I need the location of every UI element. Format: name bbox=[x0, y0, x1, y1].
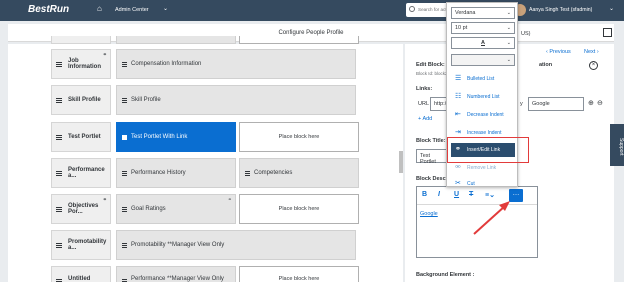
text-color-icon: A bbox=[481, 40, 485, 46]
edit-block-label: Edit Block: L bbox=[416, 62, 450, 68]
highlight-color-select[interactable]: ⌄ bbox=[451, 54, 515, 66]
row-label-objectives[interactable]: Objectives Por... ⚭ bbox=[51, 194, 111, 224]
block-skill-profile[interactable]: Skill Profile bbox=[116, 85, 356, 115]
block-goal-ratings[interactable]: Goal Ratings ⚭ bbox=[116, 194, 236, 224]
row-label-performance[interactable]: Performance a... bbox=[51, 158, 111, 188]
admin-center-menu[interactable]: Admin Center bbox=[115, 7, 149, 13]
search-icon bbox=[409, 6, 415, 12]
link-icon: ⚭ bbox=[102, 52, 107, 58]
font-color-select[interactable]: A ⌄ bbox=[451, 37, 515, 49]
link-text-field[interactable]: Google bbox=[528, 97, 584, 111]
block-title-field[interactable]: Test Portlet bbox=[416, 149, 448, 165]
search-placeholder: Search for acti bbox=[418, 7, 448, 12]
block-description-label: Block Descri bbox=[416, 176, 450, 182]
link-icon: ⚭ bbox=[227, 197, 232, 203]
block-performance-manager-view[interactable]: Performance **Manager View Only bbox=[116, 266, 236, 282]
block-test-portlet-with-link[interactable]: Test Portlet With Link bbox=[116, 122, 236, 152]
font-family-select[interactable]: Verdana ⌄ bbox=[451, 7, 515, 19]
support-tab[interactable]: Support bbox=[610, 124, 624, 166]
drag-handle-icon[interactable] bbox=[56, 243, 62, 248]
drag-handle-icon[interactable] bbox=[122, 135, 127, 140]
link-icon: ⚭ bbox=[102, 197, 107, 203]
block-top-partial[interactable] bbox=[116, 36, 236, 44]
home-icon[interactable]: ⌂ bbox=[97, 5, 105, 13]
row-label-promotability[interactable]: Promotability a... bbox=[51, 230, 111, 260]
close-icon[interactable]: × bbox=[589, 61, 598, 70]
chevron-down-icon: ⌄ bbox=[506, 57, 511, 63]
chevron-down-icon[interactable]: ⌄ bbox=[163, 5, 168, 12]
bold-button[interactable]: B bbox=[422, 191, 427, 198]
cut-icon: ✂ bbox=[455, 180, 461, 187]
row-label-untitled[interactable]: Untitled bbox=[51, 266, 111, 282]
drag-handle-icon[interactable] bbox=[56, 171, 62, 176]
drag-handle-icon[interactable] bbox=[245, 171, 250, 176]
font-size-select[interactable]: 10 pt ⌄ bbox=[451, 22, 515, 34]
description-label-suffix: ation bbox=[539, 62, 553, 68]
block-title-label: Block Title: bbox=[416, 138, 446, 144]
toolbar-divider bbox=[417, 204, 537, 205]
next-link[interactable]: Next › bbox=[584, 49, 599, 55]
bulleted-list-icon: ☰ bbox=[455, 75, 462, 82]
increase-indent-icon: ⇥ bbox=[455, 129, 461, 136]
drag-handle-icon[interactable] bbox=[56, 98, 62, 103]
row-label-test-portlet[interactable]: Test Portlet bbox=[51, 122, 111, 152]
previous-link[interactable]: ‹ Previous bbox=[546, 49, 571, 55]
background-element-label: Background Element : bbox=[416, 272, 475, 278]
bulleted-list-item[interactable]: ☰ Bulleted List bbox=[451, 72, 515, 86]
underline-button[interactable]: U bbox=[454, 191, 459, 198]
numbered-list-item[interactable]: ☷ Numbered List bbox=[451, 90, 515, 104]
drag-handle-icon[interactable] bbox=[56, 135, 62, 140]
chevron-down-icon: ⌄ bbox=[506, 25, 511, 31]
placeholder-top-partial[interactable] bbox=[239, 36, 359, 44]
cut-item[interactable]: ✂ Cut bbox=[451, 177, 515, 191]
place-block-here[interactable]: Place block here bbox=[239, 266, 359, 282]
company-logo[interactable]: BestRun bbox=[28, 4, 69, 15]
shell-bar: BestRun ⌂ Admin Center ⌄ Search for acti… bbox=[0, 0, 624, 21]
highlight-box bbox=[447, 137, 529, 163]
drag-handle-icon[interactable] bbox=[56, 62, 62, 67]
link-text-label: y bbox=[520, 101, 523, 107]
decrease-indent-item[interactable]: ⇤ Decrease Indent bbox=[451, 108, 515, 122]
chevron-down-icon[interactable]: ⌄ bbox=[609, 5, 614, 12]
unlink-icon: ⚮ bbox=[455, 164, 461, 171]
block-compensation-information[interactable]: Compensation Information bbox=[116, 49, 356, 79]
italic-button[interactable]: I bbox=[438, 191, 440, 198]
drag-handle-icon[interactable] bbox=[122, 98, 127, 103]
drag-handle-icon[interactable] bbox=[56, 207, 62, 212]
fullscreen-icon[interactable] bbox=[603, 28, 612, 37]
align-menu-button[interactable]: ≡⌄ bbox=[485, 191, 495, 199]
row-label-skill-profile[interactable]: Skill Profile bbox=[51, 85, 111, 115]
block-promotability[interactable]: Promotability **Manager View Only bbox=[116, 230, 356, 260]
add-link-button[interactable]: + Add bbox=[418, 116, 432, 122]
user-name[interactable]: Aanya Singh Test (sfadmin) bbox=[529, 7, 592, 13]
drag-handle-icon[interactable] bbox=[122, 207, 127, 212]
place-block-here[interactable]: Place block here bbox=[239, 194, 359, 224]
drag-handle-icon[interactable] bbox=[122, 171, 127, 176]
drag-handle-icon[interactable] bbox=[122, 243, 127, 248]
translate-icon[interactable]: ⊕ bbox=[588, 99, 594, 107]
language-select-suffix[interactable]: US) bbox=[521, 31, 530, 37]
remove-link-item[interactable]: ⚮ Remove Link bbox=[451, 161, 515, 175]
rich-text-editor[interactable]: B I U T ≡⌄ … Google bbox=[416, 186, 538, 258]
drag-handle-icon[interactable] bbox=[122, 62, 127, 67]
remove-icon[interactable]: ⊖ bbox=[597, 99, 603, 107]
chevron-down-icon: ⌄ bbox=[506, 10, 511, 16]
block-performance-history[interactable]: Performance History bbox=[116, 158, 236, 188]
decrease-indent-icon: ⇤ bbox=[455, 111, 461, 118]
links-label: Links: bbox=[416, 86, 433, 92]
row-label-job-information[interactable]: Job Information ⚭ bbox=[51, 49, 111, 79]
row-label-top-partial[interactable] bbox=[51, 36, 111, 44]
strikethrough-button[interactable]: T bbox=[469, 191, 473, 198]
place-block-here[interactable]: Place block here bbox=[239, 122, 359, 152]
block-competencies[interactable]: Competencies bbox=[239, 158, 359, 188]
chevron-down-icon: ⌄ bbox=[506, 40, 511, 46]
numbered-list-icon: ☷ bbox=[455, 93, 462, 100]
editor-link-text[interactable]: Google bbox=[420, 211, 438, 217]
url-label: URL bbox=[418, 101, 430, 107]
scrollbar-thumb[interactable] bbox=[399, 151, 403, 173]
